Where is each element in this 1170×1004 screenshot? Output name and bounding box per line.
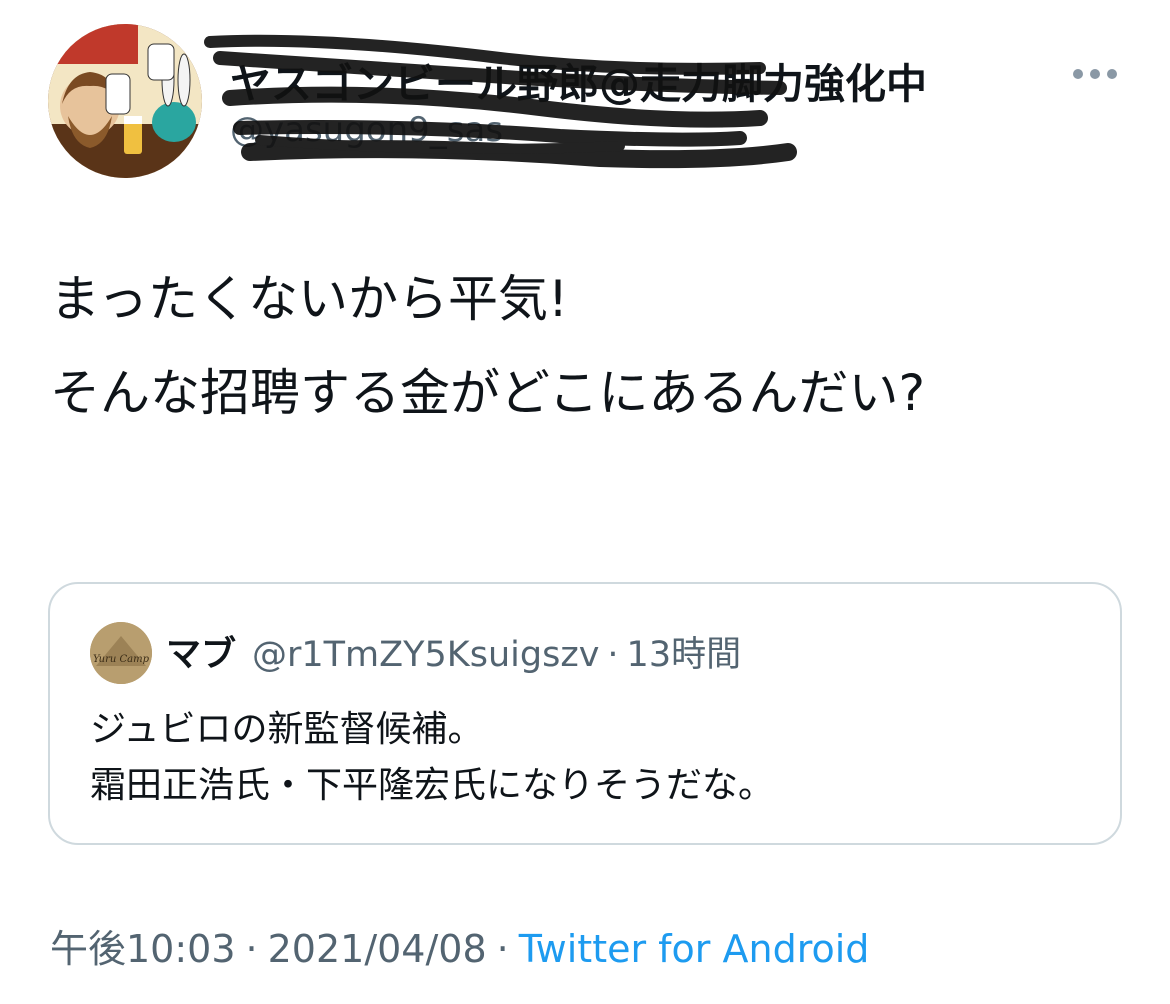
quoted-author-handle: @r1TmZY5Ksuigszv — [252, 635, 600, 675]
quoted-author-name: マブ — [166, 635, 237, 675]
quoted-tweet-header: マブ @r1TmZY5Ksuigszv · 13時間 — [166, 626, 741, 677]
more-options-button[interactable] — [1060, 52, 1130, 96]
tweet-source-link[interactable]: Twitter for Android — [519, 927, 870, 971]
meta-separator: · — [245, 927, 258, 971]
yuru-camp-avatar-icon: Yuru Camp — [90, 622, 152, 684]
tweet-date: 2021/04/08 — [267, 927, 487, 971]
tweet-time: 午後10:03 — [50, 927, 236, 971]
quoted-tweet-card[interactable]: Yuru Camp マブ @r1TmZY5Ksuigszv · 13時間 ジュビ… — [48, 582, 1122, 845]
more-dots-icon — [1073, 69, 1117, 79]
quoted-tweet-text: ジュビロの新監督候補。 霜田正浩氏・下平隆宏氏になりそうだな。 — [90, 709, 775, 806]
author-avatar[interactable] — [48, 24, 202, 178]
author-handle[interactable]: @yasugon9_sas — [230, 110, 503, 150]
author-display-name[interactable]: ヤスゴンビール野郎@走力脚力強化中 — [230, 50, 927, 110]
tweet-detail: ヤスゴンビール野郎@走力脚力強化中 @yasugon9_sas まったくないから… — [0, 0, 1170, 1004]
quoted-author-avatar: Yuru Camp — [90, 622, 152, 684]
quoted-timestamp: 13時間 — [626, 635, 742, 675]
meta-separator: · — [496, 927, 509, 971]
quoted-avatar-text: Yuru Camp — [93, 654, 150, 665]
illustrated-avatar-icon — [48, 24, 202, 178]
quoted-separator: · — [607, 635, 619, 675]
tweet-text: まったくないから平気! そんな招聘する金がどこにあるんだい? — [50, 270, 926, 422]
tweet-meta: 午後10:03 · 2021/04/08 · Twitter for Andro… — [50, 918, 869, 973]
